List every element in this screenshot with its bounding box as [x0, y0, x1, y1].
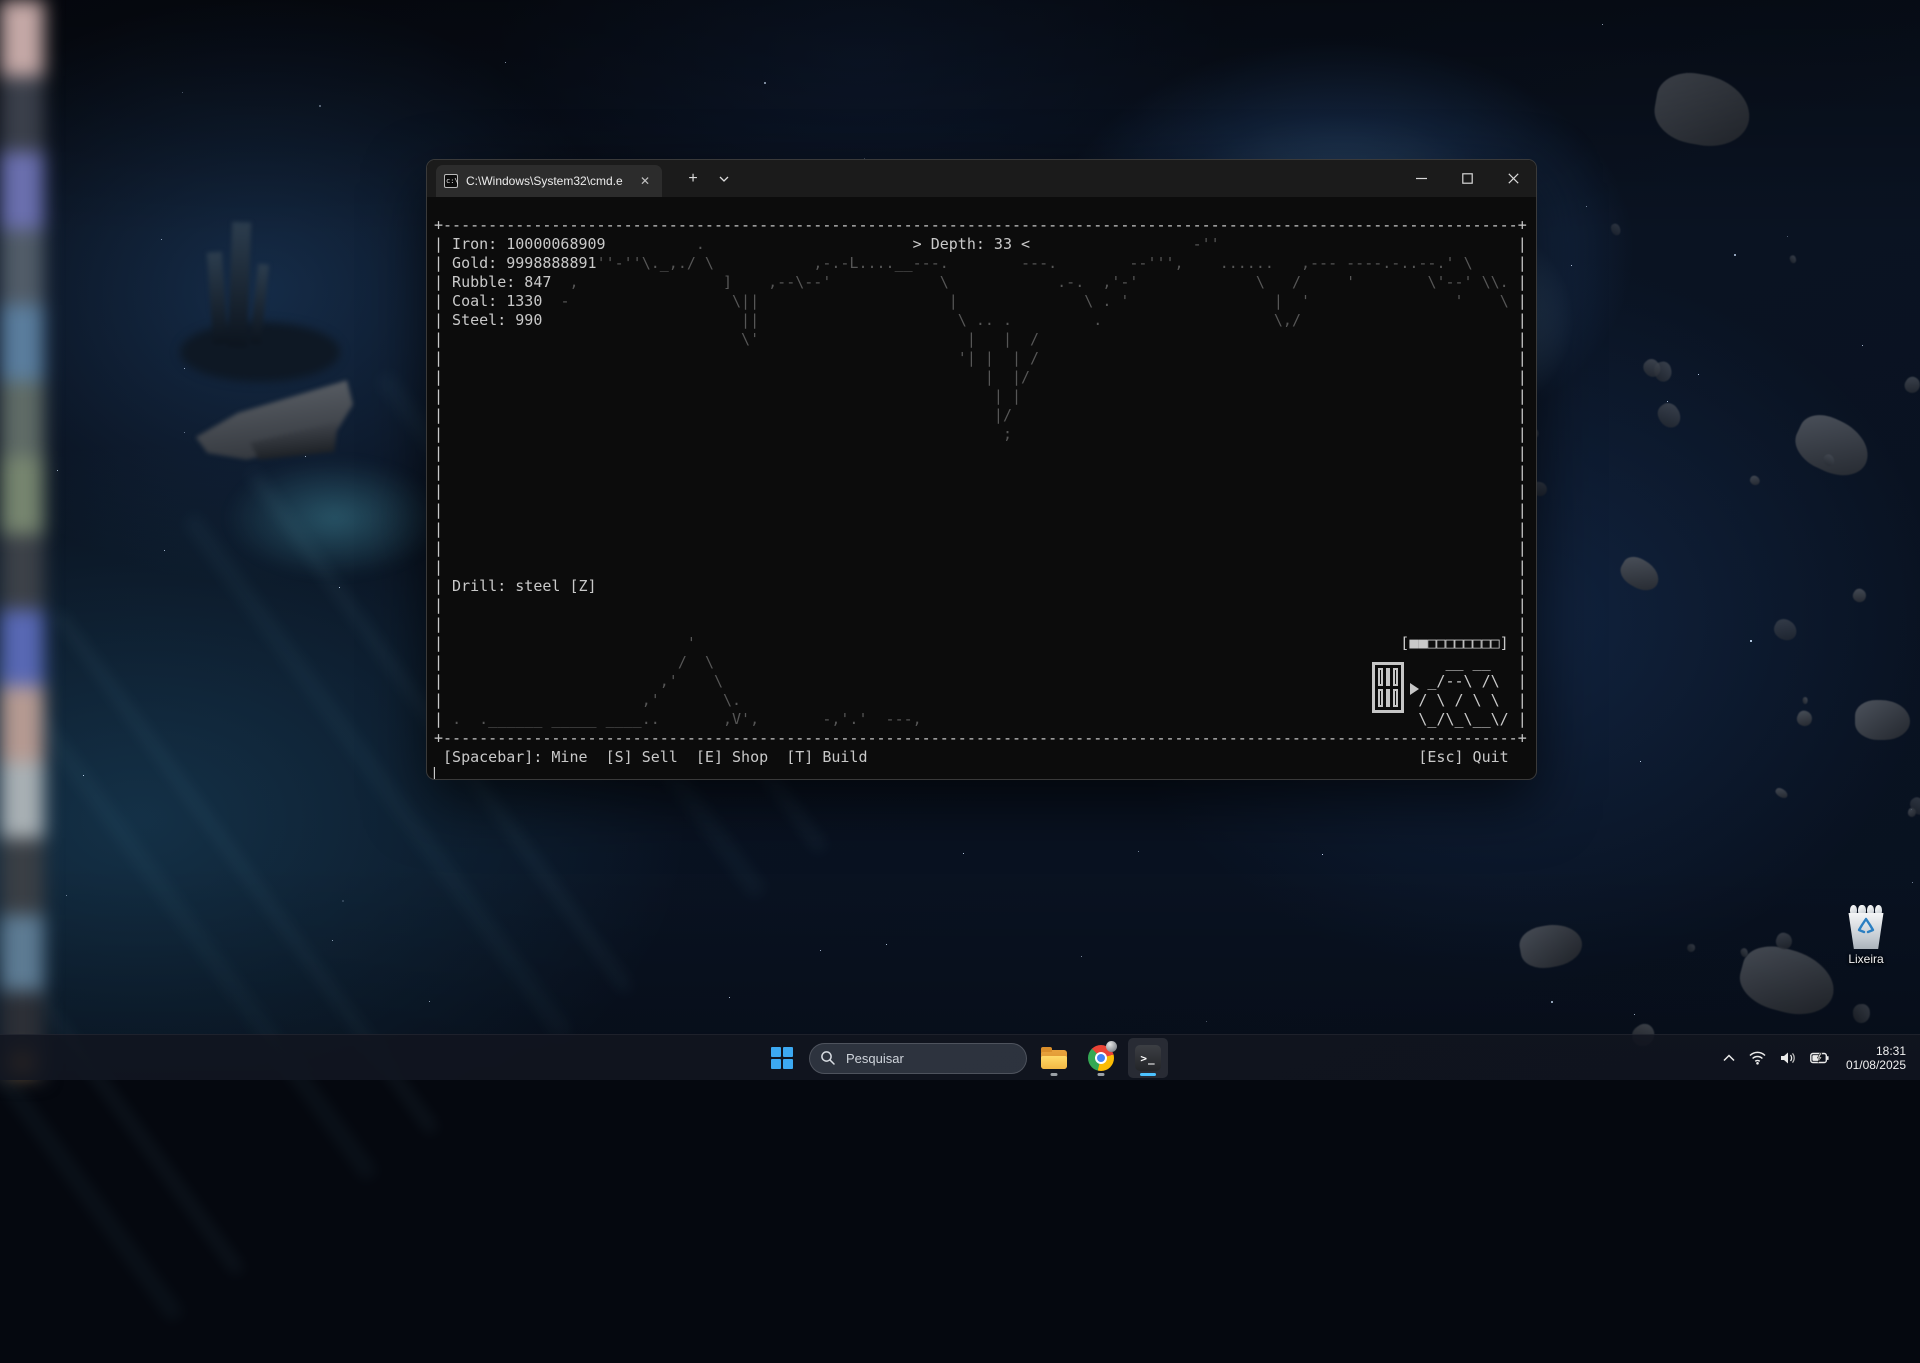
chrome-icon — [1088, 1045, 1114, 1071]
maximize-button[interactable] — [1444, 160, 1490, 197]
terminal-tab[interactable]: c:\ C:\Windows\System32\cmd.e ✕ — [436, 165, 662, 197]
cmd-icon: c:\ — [444, 174, 458, 188]
taskbar: >_ — [0, 1034, 1920, 1080]
search-input[interactable] — [809, 1043, 1027, 1074]
windows-logo-icon — [771, 1047, 793, 1069]
recycle-symbol-icon — [1847, 917, 1885, 940]
close-button[interactable] — [1490, 160, 1536, 197]
active-indicator — [1140, 1073, 1156, 1076]
tab-close-icon[interactable]: ✕ — [636, 172, 654, 190]
spaceship — [195, 378, 355, 473]
terminal-window: c:\ C:\Windows\System32\cmd.e ✕ + — [426, 159, 1537, 780]
recycle-bin[interactable]: Lixeira — [1840, 905, 1892, 966]
search-box[interactable] — [809, 1043, 1027, 1074]
running-indicator — [1051, 1073, 1058, 1076]
tray-date: 01/08/2025 — [1846, 1058, 1906, 1072]
blurred-thumbnail-strip — [0, 0, 44, 1080]
terminal-icon: >_ — [1135, 1045, 1161, 1071]
clock[interactable]: 18:31 01/08/2025 — [1838, 1044, 1914, 1072]
start-button[interactable] — [762, 1038, 802, 1078]
volume-icon[interactable] — [1775, 1040, 1801, 1076]
file-explorer-icon — [1041, 1048, 1067, 1069]
file-explorer-button[interactable] — [1034, 1038, 1074, 1078]
terminal-screen-area[interactable]: +---------------------------------------… — [427, 197, 1536, 779]
recycle-bin-label: Lixeira — [1840, 952, 1892, 966]
battery-icon[interactable] — [1805, 1040, 1834, 1076]
tray-chevron-button[interactable] — [1718, 1040, 1740, 1076]
search-icon — [820, 1050, 836, 1071]
recycle-bin-icon — [1847, 905, 1885, 949]
base-arrow-icon — [1410, 683, 1419, 695]
running-indicator — [1098, 1073, 1105, 1076]
tray-time: 18:31 — [1846, 1044, 1906, 1058]
wifi-icon[interactable] — [1744, 1040, 1771, 1076]
base-building-art — [1372, 662, 1404, 713]
chrome-badge-icon — [1106, 1041, 1117, 1052]
terminal-screen: +---------------------------------------… — [434, 197, 1527, 779]
terminal-tab-title: C:\Windows\System32\cmd.e — [466, 174, 628, 188]
terminal-tab-bar: c:\ C:\Windows\System32\cmd.e ✕ + — [427, 160, 1536, 197]
minimize-button[interactable] — [1398, 160, 1444, 197]
chrome-button[interactable] — [1081, 1038, 1121, 1078]
new-tab-button[interactable]: + — [679, 166, 707, 192]
tab-dropdown-button[interactable] — [711, 166, 737, 192]
terminal-taskbar-button[interactable]: >_ — [1128, 1038, 1168, 1078]
